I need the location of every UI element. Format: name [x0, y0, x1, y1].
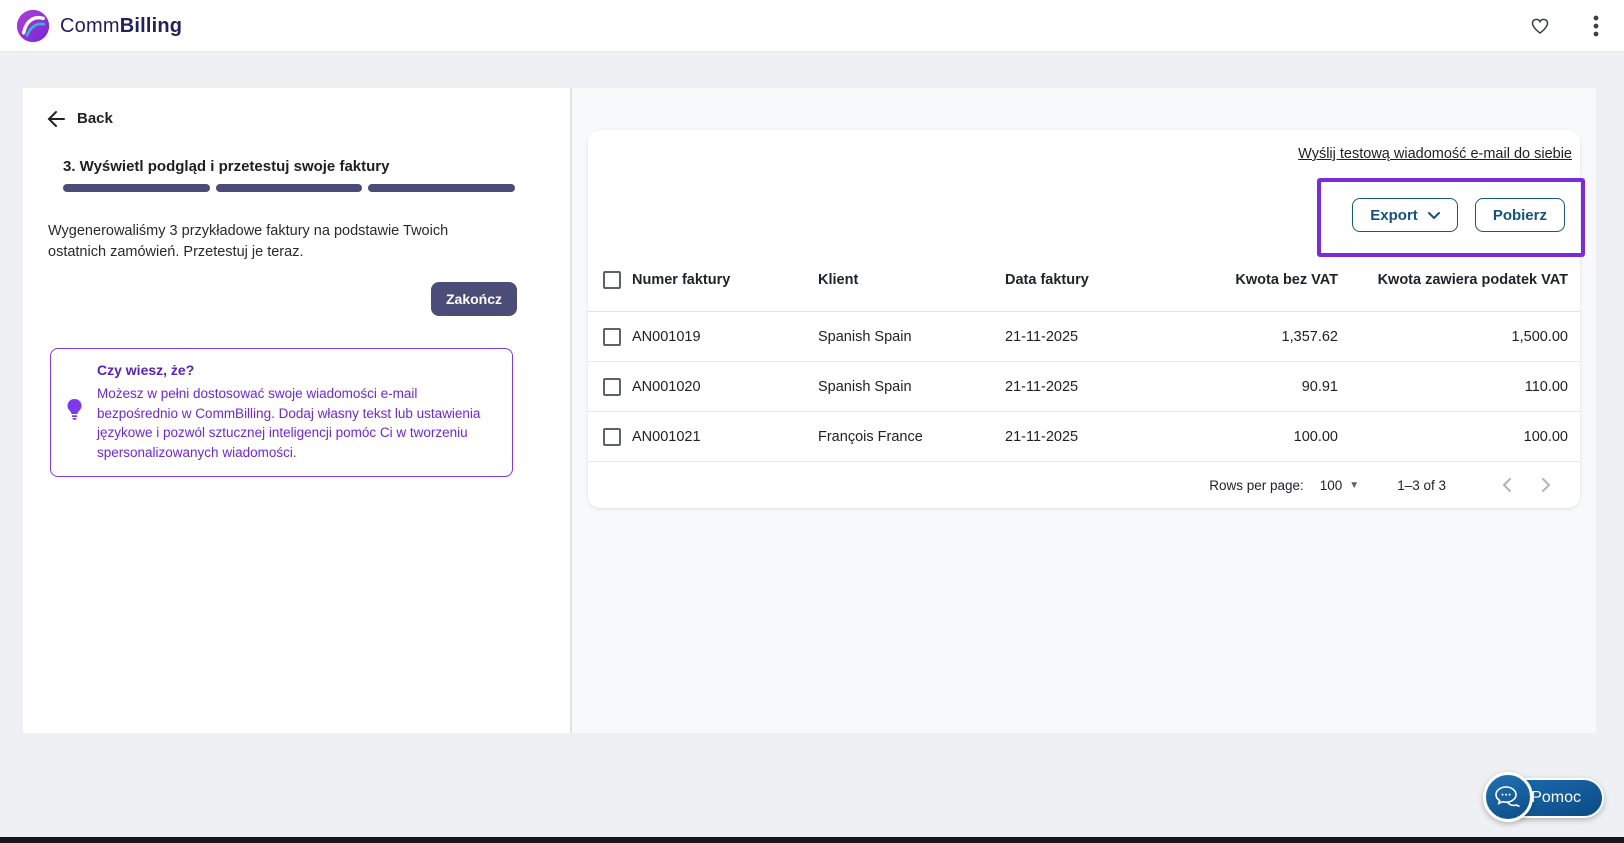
client-name: Spanish Spain: [818, 378, 912, 395]
rows-per-page-select[interactable]: 100 ▼: [1320, 478, 1359, 493]
rows-per-page-label: Rows per page:: [1209, 477, 1304, 493]
did-you-know-box: Czy wiesz, że? Możesz w pełni dostosować…: [50, 348, 513, 477]
back-arrow-icon: [47, 110, 65, 127]
step-title: 3. Wyświetl podgląd i przetestuj swoje f…: [63, 158, 390, 175]
back-button[interactable]: Back: [47, 110, 113, 127]
download-button[interactable]: Pobierz: [1474, 198, 1565, 232]
page: CommBilling Back 3. Wyświetl podgląd i p…: [0, 0, 1624, 843]
help-button[interactable]: Pomoc: [1483, 772, 1604, 822]
progress-segment: [368, 184, 516, 192]
table-actions: Export Pobierz: [1352, 198, 1565, 232]
invoice-number: AN001021: [632, 428, 701, 445]
invoice-table: Numer faktury Klient Data faktury Kwota …: [588, 248, 1580, 462]
column-header: Kwota bez VAT: [1235, 271, 1338, 288]
back-label: Back: [77, 110, 113, 127]
table-row[interactable]: AN001020 Spanish Spain 21-11-2025 90.91 …: [588, 362, 1580, 412]
step-progress-bar: [63, 184, 516, 192]
amount-net: 100.00: [1293, 428, 1338, 445]
chevron-left-icon[interactable]: [1492, 471, 1520, 499]
rows-per-page-value: 100: [1319, 477, 1343, 493]
brand-logo: CommBilling: [16, 9, 182, 43]
tip-title: Czy wiesz, że?: [97, 362, 195, 378]
finish-button[interactable]: Zakończ: [430, 282, 517, 316]
invoice-date: 21-11-2025: [1005, 328, 1079, 345]
pagination-range: 1–3 of 3: [1397, 477, 1446, 493]
export-label: Export: [1370, 206, 1418, 224]
select-row-checkbox[interactable]: [603, 427, 621, 446]
column-header: Klient: [818, 271, 859, 288]
select-row-checkbox[interactable]: [603, 327, 621, 346]
column-header: Data faktury: [1005, 271, 1089, 288]
chat-bubbles-icon: [1495, 786, 1521, 808]
lightbulb-icon: [67, 399, 82, 426]
window-bottom-edge: [0, 837, 1624, 843]
send-test-email-link[interactable]: Wyślij testową wiadomość e-mail do siebi…: [1298, 146, 1572, 162]
select-all-checkbox[interactable]: [603, 270, 621, 289]
select-row-checkbox[interactable]: [603, 377, 621, 396]
column-header: Kwota zawiera podatek VAT: [1377, 271, 1568, 288]
invoice-date: 21-11-2025: [1005, 428, 1079, 445]
chevron-right-icon[interactable]: [1532, 471, 1560, 499]
tip-body: Możesz w pełni dostosować swoje wiadomoś…: [97, 386, 481, 460]
invoice-number: AN001020: [632, 378, 701, 395]
client-name: Spanish Spain: [818, 328, 912, 345]
wizard-panel: Back 3. Wyświetl podgląd i przetestuj sw…: [23, 88, 570, 733]
step-description: Wygenerowaliśmy 3 przykładowe faktury na…: [48, 223, 449, 260]
client-name: François France: [818, 428, 923, 445]
favorites-heart-icon[interactable]: [1526, 12, 1554, 40]
help-label: Pomoc: [1531, 789, 1581, 806]
amount-gross: 100.00: [1523, 428, 1568, 445]
commbilling-logo-icon: [16, 9, 50, 43]
table-row[interactable]: AN001019 Spanish Spain 21-11-2025 1,357.…: [588, 312, 1580, 362]
dropdown-caret-icon: ▼: [1349, 479, 1360, 491]
chevron-down-icon: [1427, 211, 1440, 219]
invoice-date: 21-11-2025: [1005, 378, 1079, 395]
table-header-row: Numer faktury Klient Data faktury Kwota …: [588, 248, 1580, 312]
column-header: Numer faktury: [632, 271, 731, 288]
invoice-table-card: Wyślij testową wiadomość e-mail do siebi…: [588, 130, 1580, 508]
table-pagination: Rows per page: 100 ▼ 1–3 of 3: [588, 462, 1580, 508]
app-header: CommBilling: [0, 0, 1624, 52]
amount-gross: 1,500.00: [1511, 328, 1568, 345]
kebab-menu-icon[interactable]: [1582, 12, 1610, 40]
progress-segment: [63, 184, 210, 192]
table-row[interactable]: AN001021 François France 21-11-2025 100.…: [588, 412, 1580, 462]
export-button[interactable]: Export: [1352, 198, 1458, 232]
amount-net: 90.91: [1301, 378, 1338, 395]
amount-gross: 110.00: [1524, 378, 1568, 395]
amount-net: 1,357.62: [1281, 328, 1338, 345]
invoice-number: AN001019: [632, 328, 701, 345]
brand-name: CommBilling: [60, 14, 183, 37]
progress-segment: [215, 184, 363, 192]
